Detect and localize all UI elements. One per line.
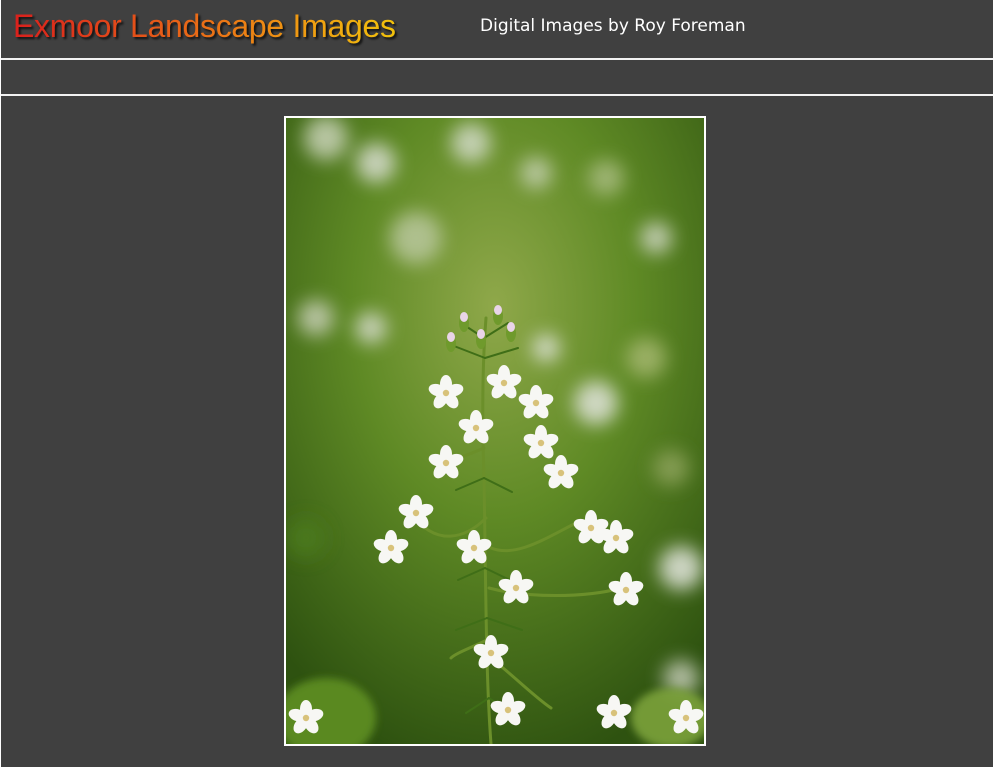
site-header: Exmoor Landscape Images Digital Images b… xyxy=(1,0,993,58)
site-subtitle: Digital Images by Roy Foreman xyxy=(480,16,746,36)
nav-bar xyxy=(1,60,993,94)
page: Exmoor Landscape Images Digital Images b… xyxy=(0,0,993,767)
nav-divider xyxy=(1,94,993,96)
flower-photo-image xyxy=(286,118,704,744)
site-title[interactable]: Exmoor Landscape Images xyxy=(13,6,396,46)
gallery-photo[interactable] xyxy=(284,116,706,746)
